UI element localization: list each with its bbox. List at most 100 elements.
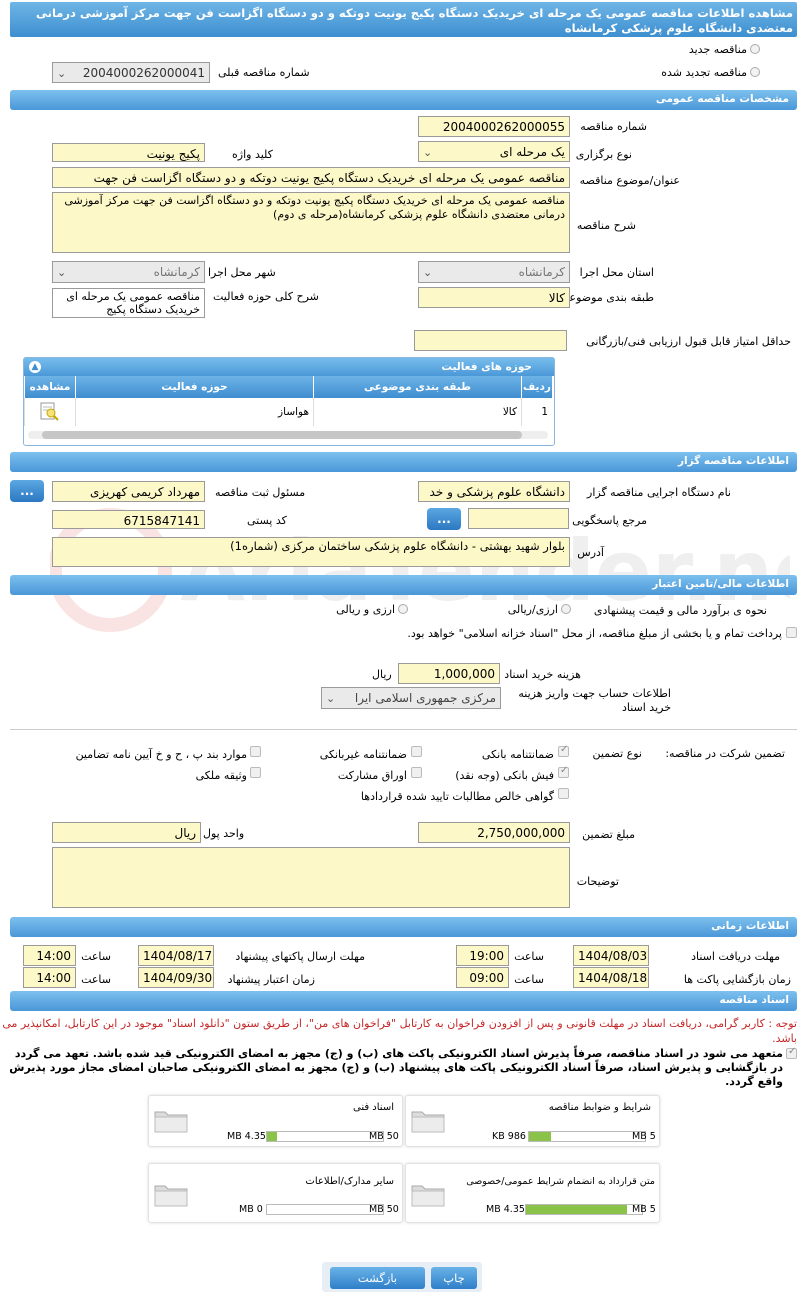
doc-card-technical[interactable]: اسناد فنی 4.35 MB 50 MB — [148, 1095, 403, 1147]
notes-field[interactable] — [52, 847, 570, 908]
guarantee-bank-label: ضمانتنامه بانکی — [481, 748, 554, 761]
type-select[interactable]: یک مرحله ای ⌄ — [418, 141, 570, 162]
col-activity: حوزه فعالیت — [75, 376, 314, 398]
opening-time[interactable]: 09:00 — [456, 967, 509, 988]
prev-number-label: شماره مناقصه قبلی — [218, 66, 310, 79]
collapse-icon[interactable]: ▲ — [29, 361, 41, 373]
doc-card-other[interactable]: سایر مدارک/اطلاعات 0 MB 50 MB — [148, 1163, 403, 1223]
guarantee-amount-label: مبلغ تضمین — [582, 828, 635, 841]
commitment-checkbox — [786, 1046, 797, 1059]
guarantee-check-nonbank[interactable] — [411, 746, 422, 757]
address-label: آدرس — [577, 546, 604, 559]
horizontal-scrollbar[interactable] — [28, 431, 548, 439]
currency-label: واحد پول — [203, 827, 245, 840]
ref-lookup-button[interactable]: ... — [427, 508, 461, 530]
doc-card-terms[interactable]: شرایط و ضوابط مناقصه 986 KB 5 MB — [405, 1095, 660, 1147]
min-score-field[interactable] — [414, 330, 567, 351]
new-tender-radio[interactable] — [750, 44, 760, 54]
registrar-field[interactable]: مهرداد کریمی کهریزی — [52, 481, 205, 502]
activity-desc-field[interactable]: مناقصه عمومی یک مرحله ای خریدیک دستگاه پ… — [52, 288, 205, 318]
city-label: شهر محل اجرا — [208, 266, 276, 279]
guarantee-check-cash[interactable] — [558, 765, 569, 778]
description-label: شرح مناقصه — [576, 219, 636, 232]
time-label-4: ساعت — [81, 973, 111, 986]
estimate-radio-2[interactable] — [398, 604, 408, 614]
keyword-field[interactable]: پکیج یونیت — [52, 143, 205, 162]
chevron-down-icon: ⌄ — [423, 146, 433, 159]
guarantee-check-clauses[interactable] — [250, 746, 261, 757]
treasury-text: پرداخت تمام و یا بخشی از مبلغ مناقصه، از… — [407, 627, 782, 640]
doc-fee-unit: ریال — [372, 668, 392, 681]
account-label: اطلاعات حساب جهت واریز هزینه خرید اسناد — [518, 687, 671, 714]
address-field[interactable]: بلوار شهید بهشتی - دانشگاه علوم پزشکی سا… — [52, 537, 570, 567]
treasury-checkbox[interactable] — [786, 627, 797, 638]
doc-name: متن قرارداد به انضمام شرایط عمومی/خصوصی — [466, 1176, 655, 1187]
chevron-down-icon: ⌄ — [57, 266, 67, 279]
keyword-label: کلید واژه — [232, 148, 273, 161]
guarantee-check-receivables[interactable] — [558, 788, 569, 799]
ref-label: مرجع پاسخگویی — [572, 514, 647, 527]
doc-fee-field[interactable]: 1,000,000 — [398, 663, 500, 684]
description-field[interactable]: مناقصه عمومی یک مرحله ای خریدیک دستگاه پ… — [52, 192, 570, 253]
doc-progress — [266, 1131, 384, 1142]
renewed-tender-radio[interactable] — [750, 67, 760, 77]
col-row: ردیف — [521, 376, 552, 398]
receive-deadline-time[interactable]: 19:00 — [456, 945, 509, 966]
subject-field[interactable]: مناقصه عمومی یک مرحله ای خریدیک دستگاه پ… — [52, 167, 570, 188]
doc-max: 5 MB — [632, 1204, 656, 1215]
opening-date[interactable]: 1404/08/18 — [573, 967, 649, 988]
guarantee-title: تضمین شرکت در مناقصه: — [665, 747, 785, 760]
guarantee-check-bank[interactable] — [558, 744, 569, 757]
renewed-tender-label: مناقصه تجدید شده — [661, 66, 747, 79]
section-general: مشخصات مناقصه عمومی — [10, 90, 797, 110]
col-category: طبقه بندی موضوعی — [313, 376, 522, 398]
province-select[interactable]: کرمانشاه ⌄ — [418, 261, 570, 283]
province-label: استان محل اجرا — [579, 266, 654, 279]
guarantee-nonbank-label: ضمانتنامه غیربانکی — [319, 748, 407, 761]
validity-time[interactable]: 14:00 — [23, 967, 76, 988]
time-label-2: ساعت — [81, 950, 111, 963]
view-icon[interactable] — [24, 398, 76, 426]
org-label: نام دستگاه اجرایی مناقصه گزار — [587, 486, 731, 499]
account-select[interactable]: مرکزی جمهوری اسلامی ایرا ⌄ — [321, 687, 501, 709]
guarantee-check-bonds[interactable] — [411, 767, 422, 778]
postal-field[interactable]: 6715847141 — [52, 510, 205, 529]
prev-number-select[interactable]: 2004000262000041 ⌄ — [52, 62, 210, 83]
folder-icon — [411, 1185, 445, 1207]
receive-deadline-label: مهلت دریافت اسناد — [691, 950, 780, 963]
section-documents: اسناد مناقصه — [10, 991, 797, 1011]
back-button[interactable]: بازگشت — [330, 1267, 425, 1289]
section-timing: اطلاعات زمانی — [10, 917, 797, 937]
doc-fee-label: هزینه خرید اسناد — [504, 668, 581, 681]
receive-deadline-date[interactable]: 1404/08/03 — [573, 945, 649, 966]
registrar-label: مسئول ثبت مناقصه — [215, 486, 306, 499]
section-organizer: اطلاعات مناقصه گزار — [10, 452, 797, 472]
estimate-option-1: ارزی/ریالی — [507, 603, 558, 616]
city-select[interactable]: کرمانشاه ⌄ — [52, 261, 205, 283]
documents-notice: توجه : کاربر گرامی، دریافت اسناد در مهلت… — [2, 1017, 797, 1045]
doc-used: 4.35 MB — [486, 1204, 525, 1215]
doc-card-contract[interactable]: متن قرارداد به انضمام شرایط عمومی/خصوصی … — [405, 1163, 660, 1223]
validity-date[interactable]: 1404/09/30 — [138, 967, 214, 988]
ref-field[interactable] — [468, 508, 569, 529]
send-deadline-label: مهلت ارسال پاکتهای پیشنهاد — [235, 950, 365, 963]
category-field[interactable]: کالا — [418, 287, 570, 308]
print-button[interactable]: چاپ — [431, 1267, 477, 1289]
currency-field[interactable]: ریال — [52, 822, 201, 843]
number-field[interactable]: 2004000262000055 — [418, 116, 570, 137]
guarantee-check-property[interactable] — [250, 767, 261, 778]
page-title: مشاهده اطلاعات مناقصه عمومی یک مرحله ای … — [10, 2, 797, 37]
send-deadline-date[interactable]: 1404/08/17 — [138, 945, 214, 966]
guarantee-clauses-label: موارد بند پ ، ح و خ آیین نامه تضامین — [75, 748, 247, 761]
guarantee-amount-field[interactable]: 2,750,000,000 — [418, 822, 570, 843]
estimate-radio-1[interactable] — [561, 604, 571, 614]
registrar-lookup-button[interactable]: ... — [10, 480, 44, 502]
commitment-text: متعهد می شود در اسناد مناقصه، صرفاً پذیر… — [9, 1047, 783, 1088]
category-label: طبقه بندی موضوعی — [560, 291, 654, 304]
validity-label: زمان اعتبار پیشنهاد — [227, 973, 315, 986]
doc-used: 986 KB — [492, 1131, 526, 1142]
org-field[interactable]: دانشگاه علوم پزشکی و خد — [418, 481, 570, 502]
folder-icon — [154, 1111, 188, 1133]
activity-table: ردیف طبقه بندی موضوعی حوزه فعالیت مشاهده… — [24, 376, 552, 426]
send-deadline-time[interactable]: 14:00 — [23, 945, 76, 966]
